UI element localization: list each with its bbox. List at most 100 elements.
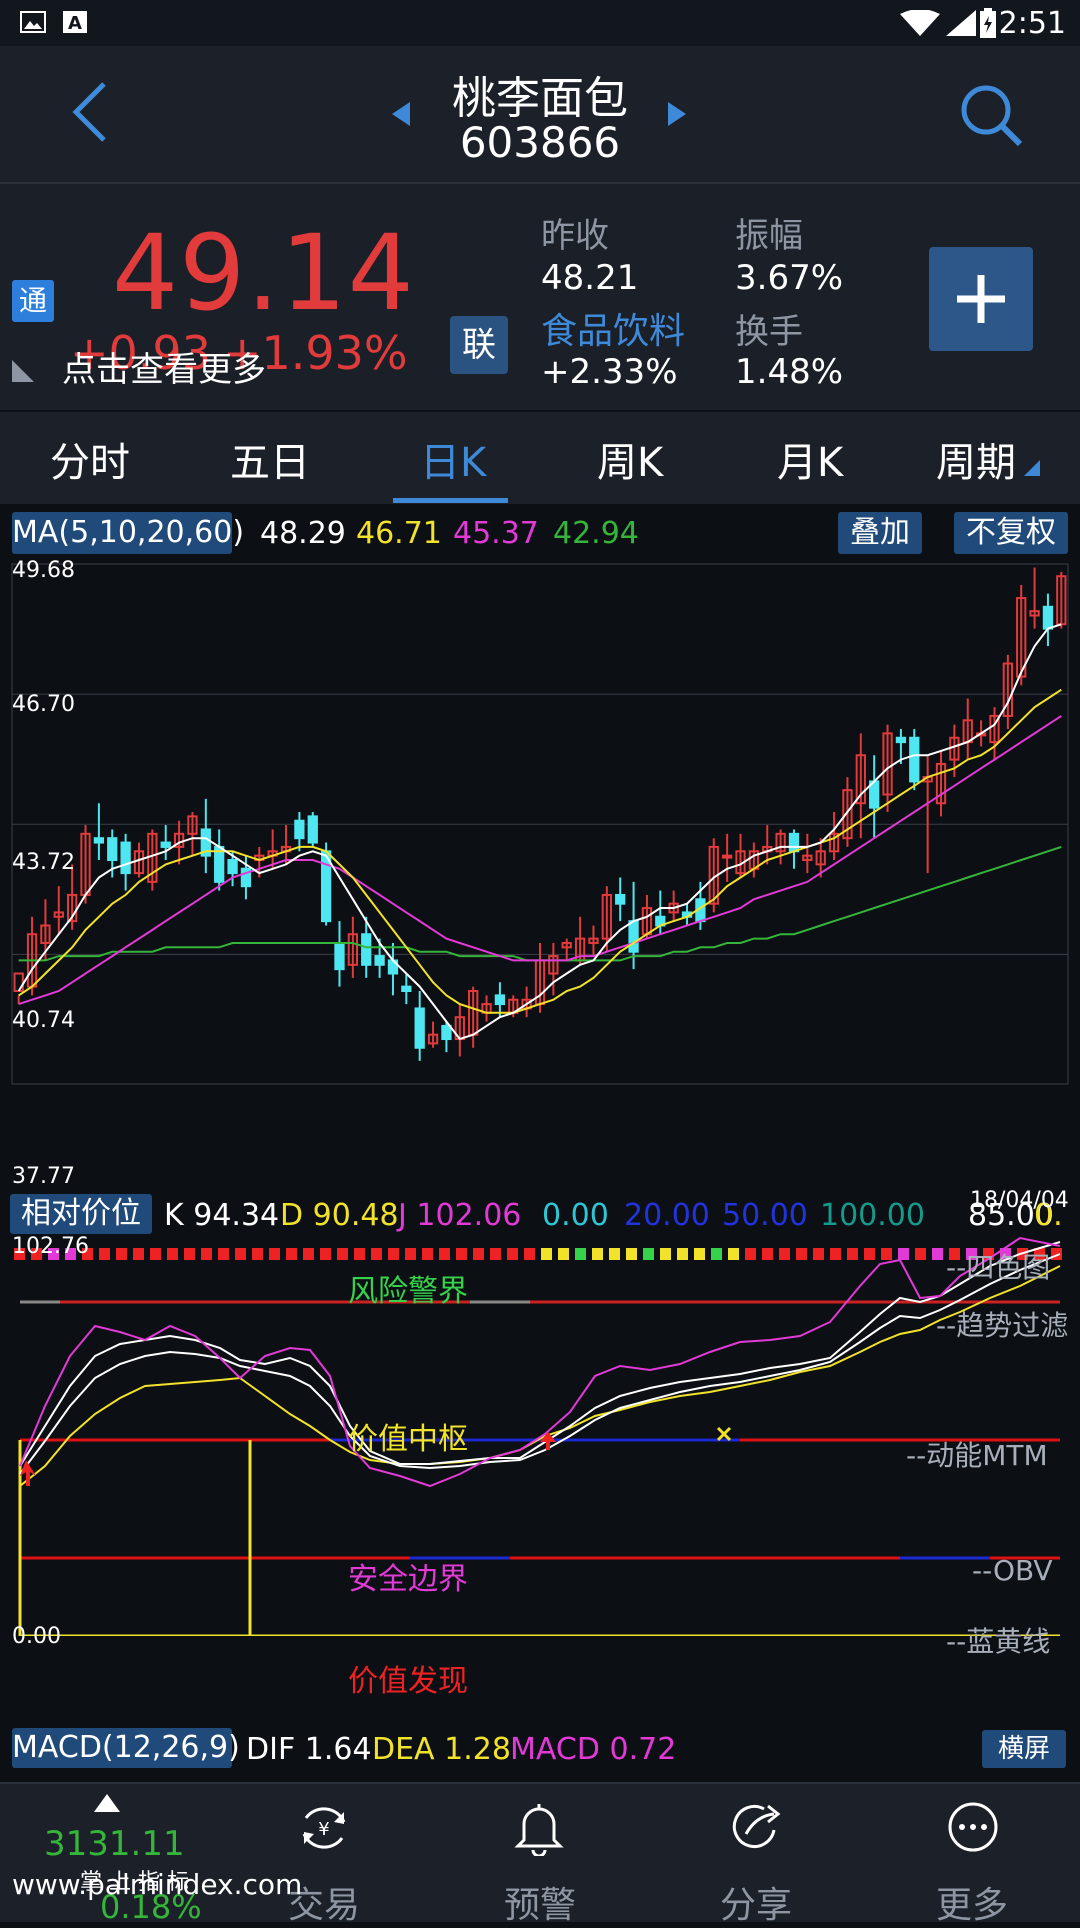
color-dot [269, 1248, 280, 1260]
zone-safe: 安全边界 [348, 1562, 468, 1597]
view-more-link[interactable]: 点击查看更多 [62, 342, 266, 391]
plus-icon [957, 275, 1005, 323]
nav-share[interactable]: 分享 [676, 1876, 836, 1928]
j-line [19, 1236, 1061, 1488]
collapse-up-icon[interactable] [94, 1794, 120, 1812]
dea-value: DEA 1.28 [372, 1732, 511, 1767]
level-20: 20.00 [624, 1198, 710, 1233]
chart-area[interactable]: MA(5,10,20,60) 48.29 46.71 45.37 42.94 叠… [0, 506, 1080, 1780]
color-dot [1051, 1248, 1062, 1260]
candle [909, 736, 920, 783]
landscape-button[interactable]: 横屏 [982, 1730, 1066, 1768]
indicator-lines [19, 1236, 1061, 1488]
bell-icon[interactable] [514, 1800, 564, 1856]
price-axis-4: 40.74 [12, 1008, 75, 1033]
zone-center: 价值中枢 [348, 1422, 468, 1457]
nav-more[interactable]: 更多 [892, 1876, 1052, 1928]
index-value[interactable]: 3131.11 [44, 1824, 185, 1864]
tab-daily-k[interactable]: 日K [420, 430, 486, 488]
color-dot [847, 1248, 858, 1260]
ma-label[interactable]: MA(5,10,20,60) [12, 512, 244, 554]
next-stock-icon[interactable] [666, 100, 688, 128]
color-dot [626, 1248, 637, 1260]
color-dot [473, 1248, 484, 1260]
tab-five-day[interactable]: 五日 [230, 430, 310, 488]
color-dot [643, 1248, 654, 1260]
tong-badge[interactable]: 通 [12, 280, 54, 322]
prev-close-value: 48.21 [541, 258, 639, 298]
dif-number: 1.64 [304, 1732, 372, 1767]
color-dot [796, 1248, 807, 1260]
more-icon[interactable] [946, 1800, 1000, 1854]
color-dot [660, 1248, 671, 1260]
dif-label: DIF [246, 1732, 296, 1767]
stock-name: 桃李面包 [452, 73, 628, 124]
color-dot [235, 1248, 246, 1260]
color-dot [218, 1248, 229, 1260]
color-dot [932, 1248, 943, 1260]
sector-link[interactable]: 食品饮料 [541, 302, 685, 354]
candle [120, 841, 131, 875]
tab-monthly-k[interactable]: 月K [777, 430, 843, 488]
candles [13, 567, 1067, 1061]
sector-change: +2.33% [541, 352, 678, 392]
legend-blue-yellow: --蓝黄线 [946, 1625, 1051, 1658]
color-dot [830, 1248, 841, 1260]
overlay-button[interactable]: 叠加 [838, 512, 922, 554]
level-50: 50.00 [722, 1198, 808, 1233]
bottom-nav: 3131.11 掌 上 指 标 0.18% ¥ 交易 预警 分享 更多 [0, 1782, 1080, 1926]
candle [294, 819, 305, 840]
color-dot [558, 1248, 569, 1260]
color-dot [711, 1248, 722, 1260]
color-dot [915, 1248, 926, 1260]
legend-mtm: --动能MTM [906, 1439, 1048, 1472]
tab-weekly-k[interactable]: 周K [597, 430, 663, 488]
adjust-button[interactable]: 不复权 [954, 512, 1068, 554]
candle [414, 1007, 425, 1049]
macd-value-label: MACD [510, 1732, 600, 1767]
j-value: J 102.06 [398, 1198, 521, 1233]
ma20-value: 45.37 [453, 516, 539, 551]
tab-intraday[interactable]: 分时 [50, 430, 130, 488]
price-axis-bottom: 37.77 [12, 1164, 75, 1189]
candle [307, 815, 318, 844]
watermark: www.palmindex.com [12, 1868, 303, 1901]
turnover-value: 1.48% [735, 352, 844, 392]
legend-four-color: --四色图 [946, 1251, 1051, 1284]
color-dot [813, 1248, 824, 1260]
zone-risk: 风险警界 [348, 1274, 468, 1309]
candle [361, 933, 372, 966]
nav-alert[interactable]: 预警 [460, 1876, 620, 1928]
indicator-top-value: 102.76 [12, 1234, 89, 1259]
color-dot [881, 1248, 892, 1260]
price-axis-3: 43.72 [12, 850, 75, 875]
ma10-value: 46.71 [356, 516, 442, 551]
lian-badge[interactable]: 联 [450, 316, 508, 374]
color-dot [201, 1248, 212, 1260]
amplitude-value: 3.67% [735, 258, 844, 298]
indicator-label[interactable]: 相对价位 [10, 1194, 152, 1234]
candle [494, 994, 506, 1006]
dea-number: 1.28 [444, 1732, 511, 1767]
color-dot [779, 1248, 790, 1260]
candle [721, 854, 733, 859]
color-dot [745, 1248, 756, 1260]
tab-period[interactable]: 周期 [936, 430, 1016, 488]
candle [334, 941, 345, 971]
trade-icon[interactable]: ¥ [298, 1802, 350, 1854]
corner-expand-icon[interactable] [12, 360, 34, 382]
macd-label[interactable]: MACD(12,26,9) [12, 1728, 240, 1768]
candlestick-chart[interactable] [0, 556, 1080, 1092]
battery-icon [980, 8, 996, 38]
add-watchlist-button[interactable] [929, 247, 1033, 351]
color-dot [116, 1248, 127, 1260]
zone-discover: 价值发现 [348, 1664, 468, 1699]
color-dot [252, 1248, 263, 1260]
color-dot [541, 1248, 552, 1260]
candle [788, 832, 800, 853]
search-icon[interactable] [958, 82, 1024, 148]
macd-number: 0.72 [609, 1732, 677, 1767]
color-dot [677, 1248, 688, 1260]
color-dot [456, 1248, 467, 1260]
share-icon[interactable] [730, 1800, 784, 1854]
